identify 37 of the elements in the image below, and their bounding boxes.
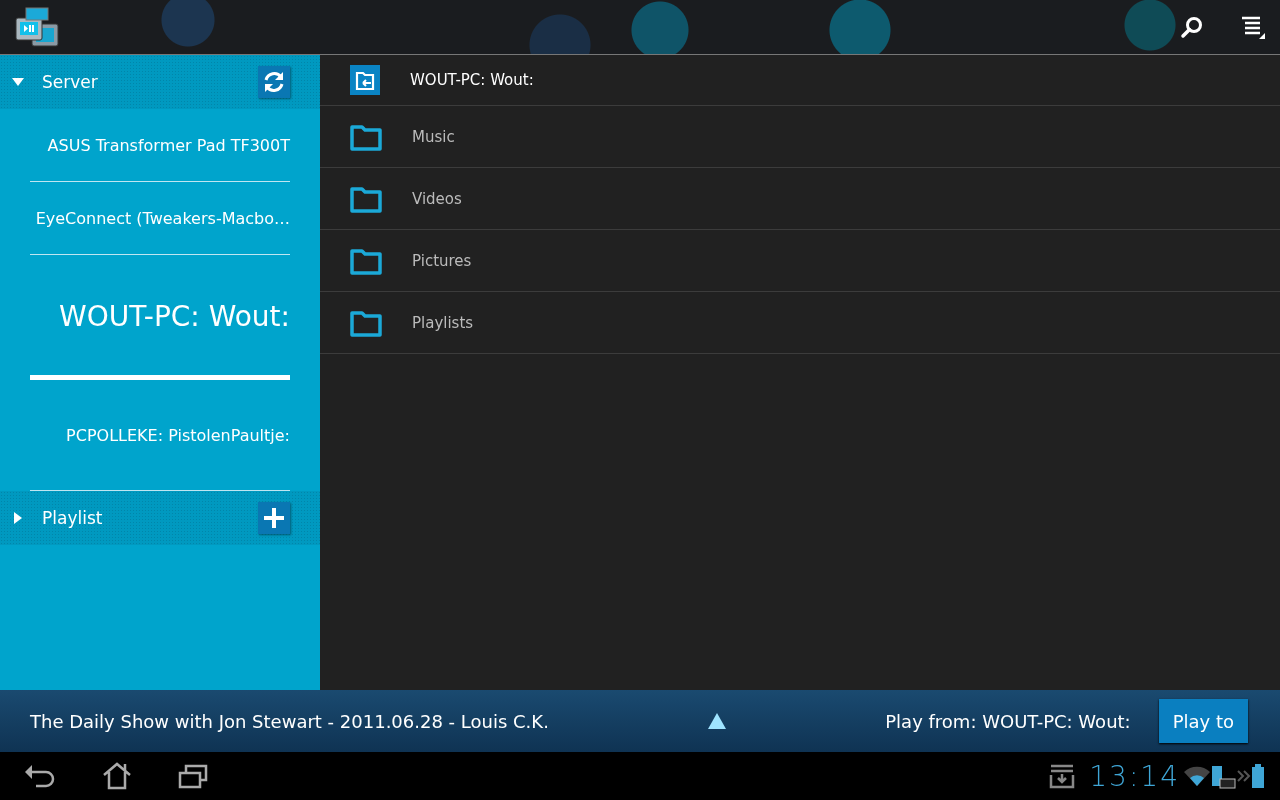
server-item[interactable]: EyeConnect (Tweakers-Macbo…	[30, 182, 290, 255]
back-icon[interactable]	[24, 763, 56, 789]
recent-apps-icon[interactable]	[178, 763, 208, 789]
app-logo-icon[interactable]	[14, 6, 60, 48]
current-path: WOUT-PC: Wout:	[410, 71, 534, 89]
plus-icon	[263, 507, 285, 529]
play-from-label: Play from: WOUT-PC: Wout:	[885, 710, 1131, 732]
now-playing-title: The Daily Show with Jon Stewart - 2011.06.28 - Louis C.K.	[30, 710, 549, 732]
home-icon[interactable]	[102, 762, 132, 790]
refresh-button[interactable]	[258, 66, 290, 98]
add-button[interactable]	[258, 502, 290, 534]
expand-up-icon[interactable]	[708, 713, 727, 729]
folder-icon	[350, 184, 382, 213]
menu-icon[interactable]	[1240, 15, 1266, 39]
wifi-icon	[1184, 766, 1210, 786]
keyboard-battery-icon	[1210, 763, 1236, 789]
search-icon[interactable]	[1180, 15, 1204, 39]
section-header[interactable]: Playlist	[0, 491, 320, 545]
clock: 13:14	[1089, 759, 1180, 793]
folder-icon	[350, 122, 382, 151]
battery-icon	[1252, 764, 1264, 788]
section-title: Playlist	[42, 508, 104, 528]
folder-item[interactable]: Music	[412, 127, 455, 146]
folder-item[interactable]: Videos	[412, 189, 462, 208]
folder-icon	[350, 308, 382, 337]
play-to-button[interactable]: Play to	[1158, 699, 1248, 743]
server-item[interactable]: ASUS Transformer Pad TF300T	[30, 109, 290, 182]
folder-icon	[350, 246, 382, 275]
server-item[interactable]: WOUT-PC: Wout:	[30, 255, 290, 380]
section-header[interactable]: Server	[0, 55, 320, 109]
folder-item[interactable]: Pictures	[412, 251, 472, 270]
chevrons-icon	[1236, 769, 1252, 783]
section-title: Server	[42, 72, 99, 92]
download-icon[interactable]	[1049, 763, 1076, 789]
folder-item[interactable]: Playlists	[412, 313, 474, 332]
folder-back-icon[interactable]	[350, 65, 380, 95]
refresh-icon	[262, 70, 286, 94]
